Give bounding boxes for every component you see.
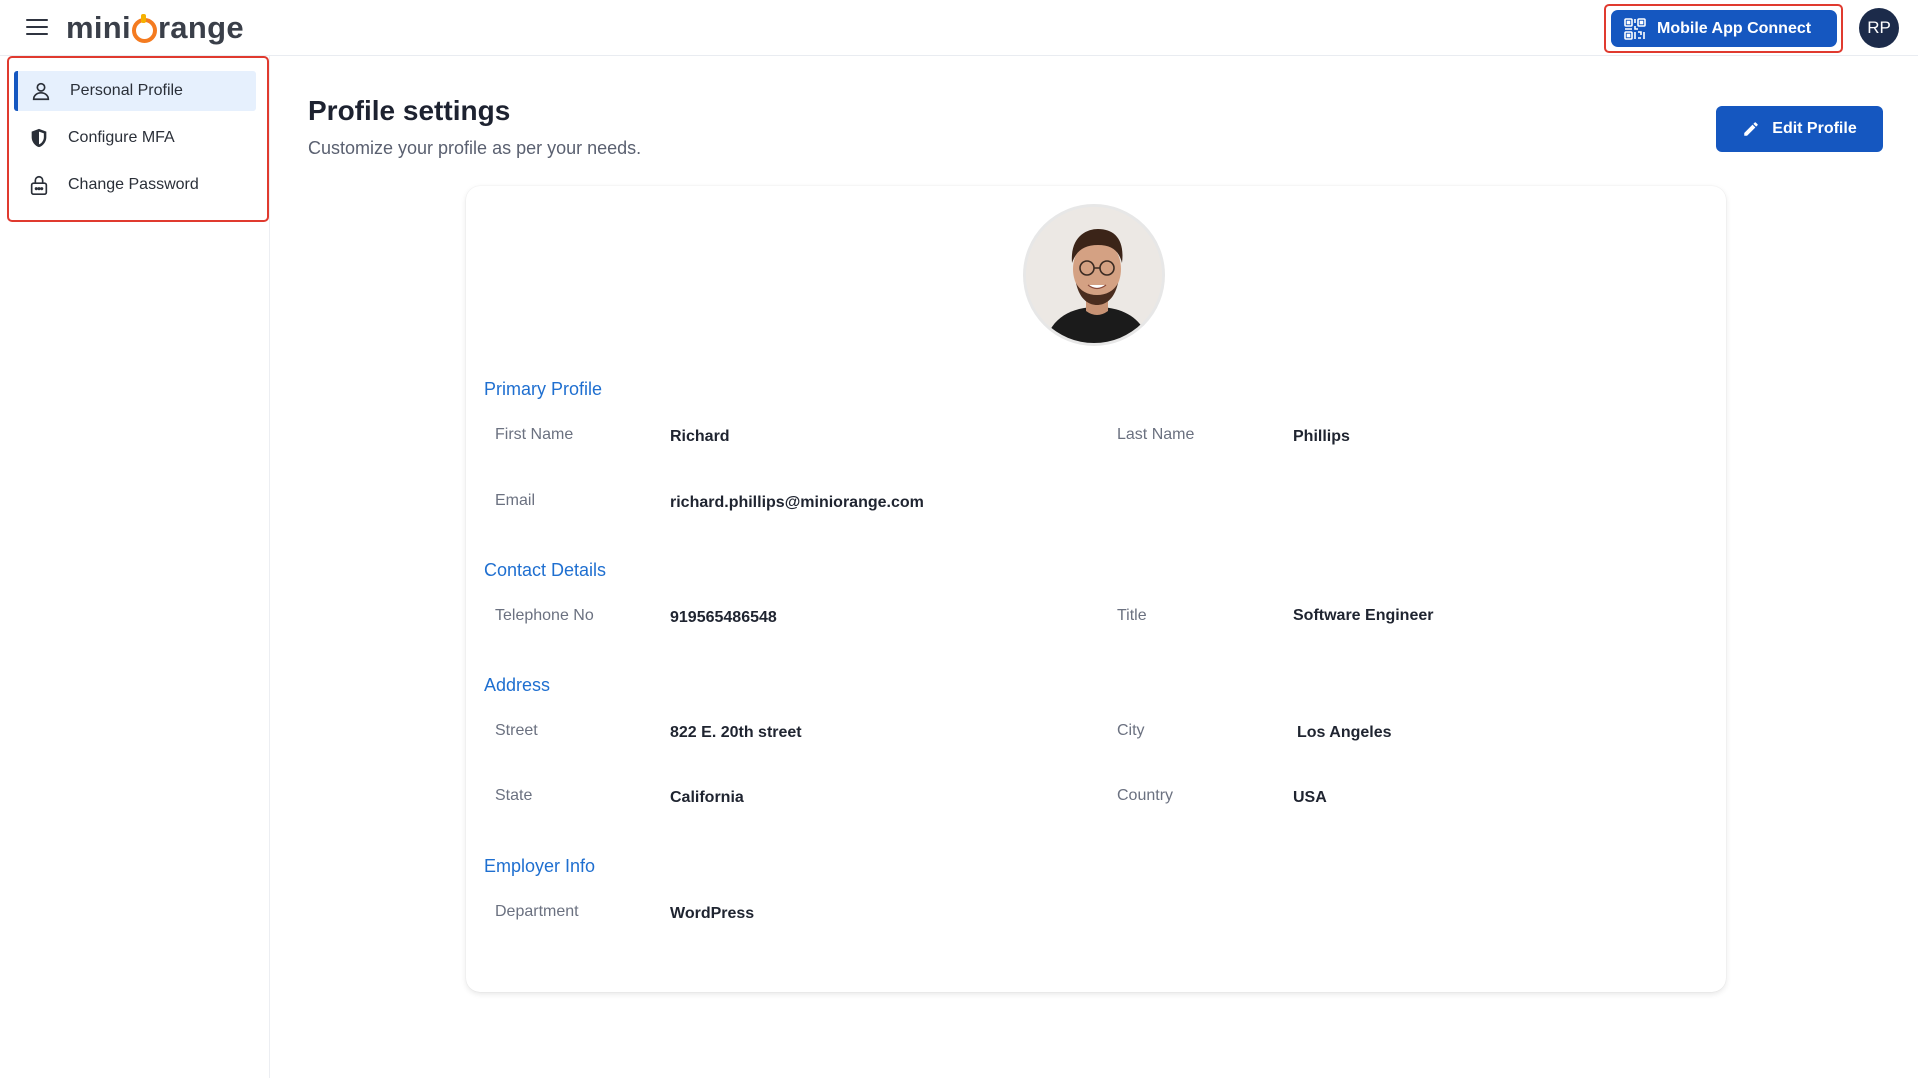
logo[interactable]: mini range	[66, 8, 244, 48]
sidebar-item-configure-mfa[interactable]: Configure MFA	[14, 118, 256, 158]
email-label: Email	[495, 492, 536, 509]
department-label: Department	[495, 903, 579, 920]
email-value: richard.phillips@miniorange.com	[670, 494, 924, 511]
section-title-contact-details: Contact Details	[484, 560, 607, 580]
user-avatar[interactable]: RP	[1859, 8, 1899, 48]
street-value: 822 E. 20th street	[670, 724, 802, 741]
department-value: WordPress	[670, 905, 755, 922]
shield-icon	[31, 128, 47, 148]
mobile-app-connect-label: Mobile App Connect	[1657, 19, 1812, 37]
qr-code-icon	[1624, 17, 1646, 40]
page-subtitle: Customize your profile as per your needs…	[308, 138, 642, 158]
first-name-value: Richard	[670, 428, 730, 445]
sidebar: Personal Profile Configure MFA Change Pa…	[0, 56, 270, 1078]
mobile-app-connect-button[interactable]: Mobile App Connect	[1611, 10, 1837, 47]
sidebar-item-change-password[interactable]: Change Password	[14, 165, 256, 205]
section-title-address: Address	[484, 675, 551, 695]
logo-o-icon	[131, 13, 157, 43]
telephone-label: Telephone No	[495, 607, 594, 624]
page-title: Profile settings	[308, 95, 511, 126]
state-label: State	[495, 787, 533, 804]
section-title-primary-profile: Primary Profile	[484, 379, 603, 399]
first-name-label: First Name	[495, 426, 574, 443]
sidebar-item-label: Change Password	[68, 176, 199, 193]
section-title-employer-info: Employer Info	[484, 856, 596, 876]
state-value: California	[670, 789, 744, 806]
city-label: City	[1117, 722, 1145, 739]
pencil-icon	[1744, 122, 1759, 136]
sidebar-item-label: Configure MFA	[68, 129, 175, 146]
user-icon	[32, 82, 50, 101]
sidebar-item-personal-profile[interactable]: Personal Profile	[14, 71, 256, 111]
edit-profile-button[interactable]: Edit Profile	[1716, 106, 1883, 152]
top-bar: mini range Mobile App Connect RP	[0, 0, 1918, 56]
street-label: Street	[495, 722, 538, 739]
last-name-value: Phillips	[1293, 428, 1350, 445]
telephone-value: 919565486548	[670, 609, 777, 626]
last-name-label: Last Name	[1117, 426, 1195, 443]
profile-card: Primary Profile First Name Richard Last …	[466, 186, 1726, 992]
edit-profile-label: Edit Profile	[1772, 120, 1857, 137]
sidebar-item-label: Personal Profile	[70, 82, 183, 99]
city-value: Los Angeles	[1297, 724, 1392, 741]
menu-icon[interactable]	[26, 19, 48, 37]
job-title-value: Software Engineer	[1293, 607, 1434, 624]
profile-photo	[1023, 204, 1165, 346]
job-title-label: Title	[1117, 607, 1147, 624]
lock-icon	[30, 175, 48, 195]
country-label: Country	[1117, 787, 1174, 804]
country-value: USA	[1293, 789, 1327, 806]
